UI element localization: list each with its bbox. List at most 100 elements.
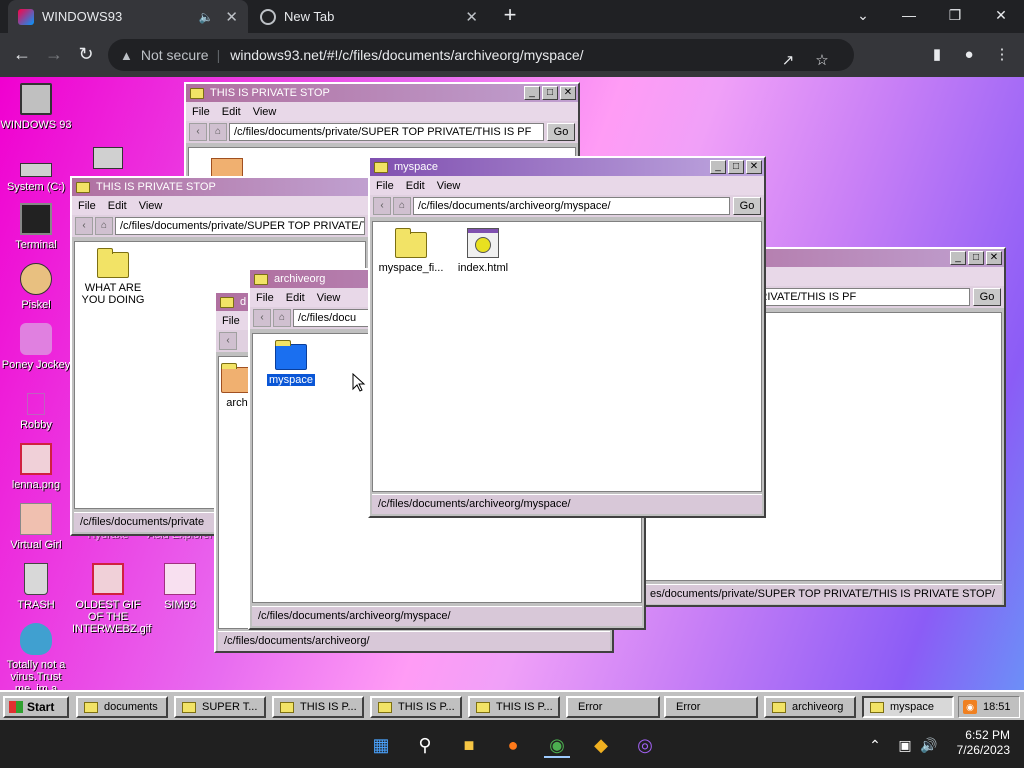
task-this-is-p-1[interactable]: THIS IS P... — [272, 696, 364, 718]
forward-icon[interactable]: → — [42, 43, 66, 67]
chrome-icon[interactable]: ◉ — [544, 732, 570, 758]
window-titlebar[interactable]: THIS IS PRIVATE STOP — [72, 178, 368, 196]
menu-kebab-icon[interactable]: ⋮ — [990, 43, 1014, 67]
file-explorer-icon[interactable]: ■ — [456, 732, 482, 758]
desktop-icon-terminal[interactable]: Terminal — [0, 203, 72, 251]
back-icon[interactable]: ‹ — [189, 123, 207, 141]
maximize-icon[interactable]: □ — [542, 86, 558, 100]
task-super-top[interactable]: SUPER T... — [174, 696, 266, 718]
path-field[interactable]: /c/files/documents/private/SUPER TOP PRI… — [229, 123, 544, 141]
menu-file[interactable]: File — [256, 292, 274, 304]
file-item-index[interactable]: index.html — [447, 228, 519, 274]
maximize-icon[interactable]: □ — [968, 251, 984, 265]
restore-icon[interactable]: ❐ — [932, 0, 978, 33]
folder-icon[interactable] — [211, 158, 243, 178]
url-text[interactable]: windows93.net/#!/c/files/documents/archi… — [230, 47, 583, 63]
menu-view[interactable]: View — [437, 180, 461, 192]
task-documents[interactable]: documents — [76, 696, 168, 718]
desktop-icon-virtual-girl[interactable]: Virtual Girl — [0, 503, 72, 551]
search-icon[interactable]: ⚲ — [412, 732, 438, 758]
bookmark-star-icon[interactable]: ☆ — [810, 49, 834, 73]
close-icon[interactable]: ✕ — [560, 86, 576, 100]
menu-edit[interactable]: Edit — [286, 292, 305, 304]
close-tab-icon[interactable]: ✕ — [225, 8, 238, 26]
desktop-icon-virus[interactable]: Totally not a virus.Trust me..im a — [0, 623, 72, 695]
reload-icon[interactable]: ↻ — [74, 43, 98, 67]
minimize-icon[interactable]: — — [886, 0, 932, 33]
menu-file[interactable]: File — [192, 106, 210, 118]
menu-edit[interactable]: Edit — [222, 106, 241, 118]
share-icon[interactable]: ↗ — [776, 49, 800, 73]
menu-edit[interactable]: Edit — [108, 200, 127, 212]
home-icon[interactable]: ⌂ — [209, 123, 227, 141]
home-icon[interactable]: ⌂ — [95, 217, 113, 235]
menu-file[interactable]: File — [222, 315, 240, 327]
desktop-icon-sim93[interactable]: SIM93 — [144, 563, 216, 611]
desktop-icon-trash[interactable]: TRASH — [0, 563, 72, 611]
rss-icon[interactable]: ◉ — [963, 700, 977, 714]
menu-view[interactable]: View — [317, 292, 341, 304]
home-icon[interactable]: ⌂ — [393, 197, 411, 215]
menu-view[interactable]: View — [253, 106, 277, 118]
menu-view[interactable]: View — [139, 200, 163, 212]
windows-start-icon[interactable]: ▦ — [368, 732, 394, 758]
volume-icon[interactable]: 🔊 — [916, 732, 942, 758]
desktop-icon-windows93[interactable]: WINDOWS 93 — [0, 83, 72, 131]
tab-new-tab[interactable]: New Tab ✕ — [250, 0, 488, 33]
os-clock[interactable]: 6:52 PM 7/26/2023 — [957, 728, 1010, 758]
menu-file[interactable]: File — [78, 200, 96, 212]
task-myspace[interactable]: myspace — [862, 696, 954, 718]
desktop-icon-lenna[interactable]: lenna.png — [0, 443, 72, 491]
desktop-icon-piskel[interactable]: Piskel — [0, 263, 72, 311]
task-archiveorg[interactable]: archiveorg — [764, 696, 856, 718]
close-icon[interactable]: ✕ — [746, 160, 762, 174]
back-icon[interactable]: ‹ — [75, 217, 93, 235]
minimize-icon[interactable]: _ — [710, 160, 726, 174]
desktop-icon-system-c[interactable]: System (C:) — [0, 153, 72, 193]
menu-edit[interactable]: Edit — [406, 180, 425, 192]
close-icon[interactable]: ✕ — [986, 251, 1002, 265]
profile-icon[interactable]: ● — [957, 43, 981, 67]
desktop-icon-poney-jockey[interactable]: Poney Jockey — [0, 323, 72, 371]
window-titlebar[interactable]: myspace _ □ ✕ — [370, 158, 764, 176]
tor-icon[interactable]: ◎ — [632, 732, 658, 758]
new-tab-icon[interactable]: + — [498, 4, 522, 28]
window-myspace[interactable]: myspace _ □ ✕ File Edit View ‹ ⌂ /c/file… — [368, 156, 766, 518]
chevron-up-icon[interactable]: ⌃ — [862, 732, 888, 758]
side-panel-icon[interactable]: ▮ — [925, 43, 949, 67]
speaker-icon[interactable]: 🔈 — [198, 10, 213, 24]
path-field[interactable]: /c/files/documents/archiveorg/myspace/ — [413, 197, 730, 215]
firefox-icon[interactable]: ● — [500, 732, 526, 758]
task-error-2[interactable]: Error — [664, 696, 758, 718]
back-icon[interactable]: ‹ — [253, 309, 271, 327]
shield-icon[interactable]: ◆ — [588, 732, 614, 758]
desktop-icon-network[interactable] — [72, 147, 144, 173]
close-tab-icon[interactable]: ✕ — [465, 8, 478, 26]
go-button[interactable]: Go — [973, 288, 1001, 306]
minimize-icon[interactable]: _ — [950, 251, 966, 265]
go-button[interactable]: Go — [733, 197, 761, 215]
folder-item[interactable]: myspace_fi... — [375, 228, 447, 274]
back-icon[interactable]: ‹ — [373, 197, 391, 215]
desktop-icon-robby[interactable]: Robby — [0, 393, 72, 431]
desktop-icon-oldest-gif[interactable]: OLDEST GIF OF THE INTERWEBZ.gif — [72, 563, 151, 635]
warning-icon[interactable]: ▲ — [120, 48, 133, 63]
back-icon[interactable]: ← — [10, 43, 34, 67]
task-error-1[interactable]: Error — [566, 696, 660, 718]
network-icon[interactable]: ▣ — [892, 732, 918, 758]
folder-item[interactable]: WHAT ARE YOU DOING — [77, 248, 149, 306]
folder-item-myspace[interactable]: myspace — [255, 340, 327, 386]
back-icon[interactable]: ‹ — [219, 332, 237, 350]
go-button[interactable]: Go — [547, 123, 575, 141]
task-this-is-p-2[interactable]: THIS IS P... — [370, 696, 462, 718]
start-button[interactable]: Start — [3, 696, 69, 718]
task-this-is-p-3[interactable]: THIS IS P... — [468, 696, 560, 718]
path-field[interactable]: /c/files/documents/private/SUPER TOP PRI… — [115, 217, 365, 235]
maximize-icon[interactable]: □ — [728, 160, 744, 174]
minimize-icon[interactable]: _ — [524, 86, 540, 100]
tab-windows93[interactable]: WINDOWS93 🔈 ✕ — [8, 0, 248, 33]
address-bar[interactable]: ▲ Not secure | windows93.net/#!/c/files/… — [108, 39, 854, 71]
close-window-icon[interactable]: ✕ — [978, 0, 1024, 33]
home-icon[interactable]: ⌂ — [273, 309, 291, 327]
window-titlebar[interactable]: THIS IS PRIVATE STOP _ □ ✕ — [186, 84, 578, 102]
